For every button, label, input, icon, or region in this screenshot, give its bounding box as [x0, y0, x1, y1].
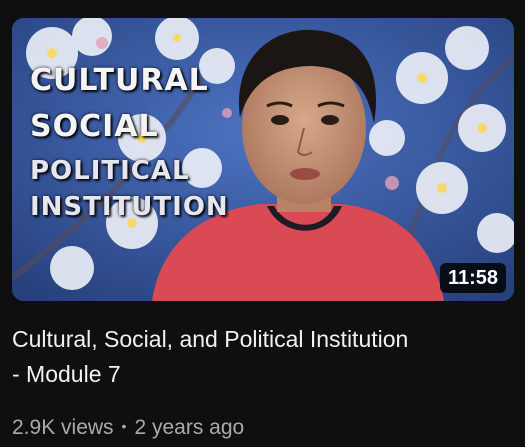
duration-badge: 11:58 — [439, 263, 506, 293]
video-card[interactable]: CULTURAL SOCIAL POLITICAL INSTITUTION 11… — [0, 0, 525, 447]
thumbnail-text-line-3: POLITICAL — [30, 156, 190, 186]
video-title-line-1: Cultural, Social, and Political Institut… — [12, 326, 409, 352]
thumbnail-text-line-4: INSTITUTION — [30, 192, 229, 222]
thumbnail-text-line-1: CULTURAL — [30, 63, 209, 98]
video-metadata: 2.9K views • 2 years ago — [12, 412, 244, 442]
video-title[interactable]: Cultural, Social, and Political Institut… — [12, 322, 512, 392]
thumbnail-text-line-2: SOCIAL — [30, 109, 159, 144]
view-count: 2.9K views — [12, 416, 114, 439]
metadata-separator: • — [121, 418, 127, 434]
video-thumbnail[interactable]: CULTURAL SOCIAL POLITICAL INSTITUTION 11… — [12, 18, 514, 301]
video-title-line-2: - Module 7 — [12, 361, 121, 387]
upload-age: 2 years ago — [134, 416, 245, 439]
